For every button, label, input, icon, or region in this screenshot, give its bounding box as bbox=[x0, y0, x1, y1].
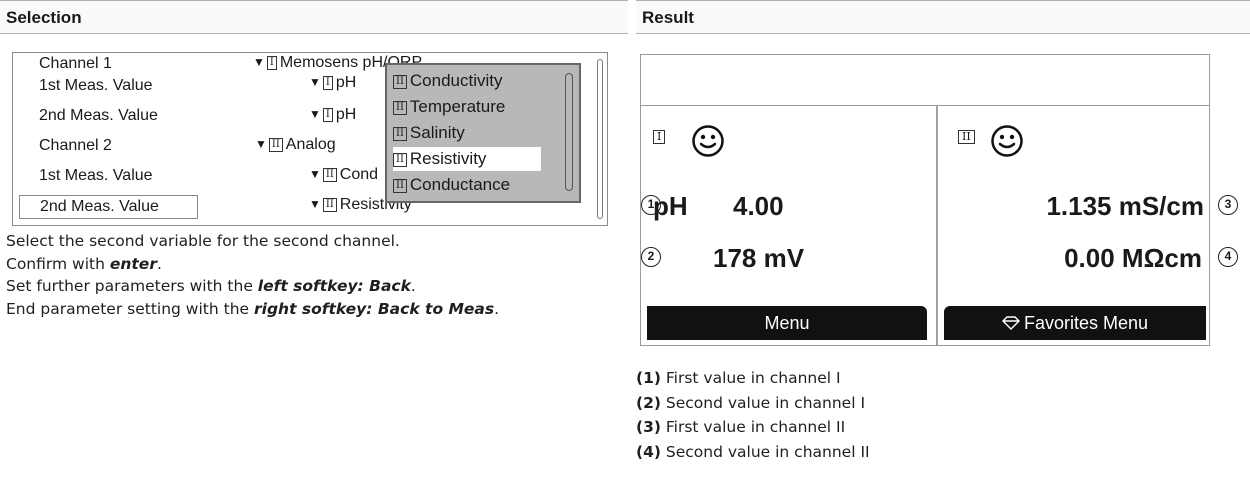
sel-row-value[interactable]: ▼ II Cond bbox=[309, 161, 378, 188]
channel-badge: I bbox=[266, 56, 277, 70]
instruction-line: Select the second variable for the secon… bbox=[6, 232, 400, 250]
triangle-down-icon: ▼ bbox=[253, 55, 265, 69]
channel-2-panel: II 1.135 mS/cm 0.00 MΩcm Favorites Menu bbox=[938, 106, 1210, 344]
selection-scrollbar[interactable] bbox=[597, 59, 603, 219]
sel-row-value[interactable]: ▼ IpH bbox=[309, 101, 356, 128]
sel-row-label-focused: 2nd Meas. Value bbox=[19, 195, 198, 219]
triangle-down-icon: ▼ bbox=[255, 137, 267, 151]
triangle-down-icon: ▼ bbox=[309, 197, 321, 211]
dropdown-option-temperature[interactable]: II Temperature bbox=[393, 95, 505, 119]
selection-panel: Channel 1 ▼ I Memosens pH/ORP 1st Meas. Va… bbox=[12, 52, 608, 226]
sel-row-value[interactable]: ▼ II Analog bbox=[255, 131, 336, 158]
channel-badge: I bbox=[322, 108, 333, 122]
device-display: I pH 4.00 178 mV Menu II 1.135 mS/cm 0.0… bbox=[640, 54, 1210, 346]
triangle-down-icon: ▼ bbox=[309, 75, 321, 89]
dropdown-option-conductivity[interactable]: II Conductivity bbox=[393, 69, 503, 93]
triangle-down-icon: ▼ bbox=[309, 107, 321, 121]
channel-badge: I bbox=[653, 130, 666, 144]
dropdown-option-resistivity[interactable]: II Resistivity bbox=[393, 147, 541, 171]
dropdown-option-salinity[interactable]: II Salinity bbox=[393, 121, 465, 145]
channel-badge: II bbox=[322, 168, 337, 182]
menu-softkey[interactable]: Menu bbox=[647, 306, 927, 340]
smiley-icon bbox=[692, 125, 724, 157]
smiley-icon bbox=[991, 125, 1023, 157]
channel-badge: II bbox=[393, 127, 407, 141]
secondary-value: 178 mV bbox=[713, 243, 805, 273]
triangle-down-icon: ▼ bbox=[309, 167, 321, 181]
channel-badge: I bbox=[322, 76, 333, 90]
sel-row-label: Channel 2 bbox=[39, 137, 112, 154]
callout-2: 2 bbox=[641, 247, 661, 267]
display-header bbox=[641, 55, 1209, 106]
dropdown-option-conductance[interactable]: II Conductance bbox=[393, 173, 510, 197]
legend-item: (2) Second value in channel I bbox=[636, 393, 866, 412]
key-name: enter bbox=[109, 254, 157, 273]
channel-badge: II bbox=[958, 130, 975, 144]
callout-4: 4 bbox=[1218, 247, 1238, 267]
selection-header: Selection bbox=[0, 0, 628, 34]
sel-row-value[interactable]: ▼ IpH bbox=[309, 69, 356, 96]
instruction-line: End parameter setting with the right sof… bbox=[6, 299, 500, 318]
diamond-icon bbox=[1001, 316, 1020, 330]
channel-badge: II bbox=[393, 101, 407, 115]
key-name: right softkey: Back to Meas bbox=[253, 299, 495, 318]
instruction-line: Set further parameters with the left sof… bbox=[6, 277, 416, 295]
legend-item: (3) First value in channel II bbox=[636, 418, 846, 436]
channel-badge: II bbox=[393, 153, 407, 167]
sel-row-label: 1st Meas. Value bbox=[39, 167, 153, 184]
channel-1-panel: I pH 4.00 178 mV Menu bbox=[641, 106, 936, 344]
meas-value-dropdown[interactable]: II Conductivity II Temperature II Salinity … bbox=[385, 63, 581, 203]
callout-3: 3 bbox=[1218, 195, 1238, 215]
secondary-value: 0.00 MΩcm bbox=[1064, 243, 1202, 273]
legend: (1) First value in channel I (2) Second … bbox=[636, 366, 870, 464]
primary-value: 4.00 bbox=[733, 191, 784, 221]
callout-1: 1 bbox=[641, 195, 661, 215]
channel-badge: II bbox=[393, 179, 407, 193]
key-name: left softkey: Back bbox=[257, 277, 411, 295]
instruction-line: Confirm with enter. bbox=[6, 254, 162, 273]
instructions: Select the second variable for the secon… bbox=[6, 230, 606, 320]
legend-item: (4) Second value in channel II bbox=[636, 442, 870, 461]
sel-row-label: 2nd Meas. Value bbox=[39, 107, 158, 124]
dropdown-scrollbar[interactable] bbox=[565, 73, 573, 191]
channel-badge: II bbox=[393, 75, 407, 89]
result-header: Result bbox=[636, 0, 1250, 34]
sel-row-label: 1st Meas. Value bbox=[39, 77, 153, 94]
channel-badge: II bbox=[268, 138, 283, 152]
favorites-menu-softkey[interactable]: Favorites Menu bbox=[944, 306, 1206, 340]
primary-value: 1.135 mS/cm bbox=[1046, 191, 1204, 221]
channel-badge: II bbox=[322, 198, 337, 212]
legend-item: (1) First value in channel I bbox=[636, 369, 841, 387]
